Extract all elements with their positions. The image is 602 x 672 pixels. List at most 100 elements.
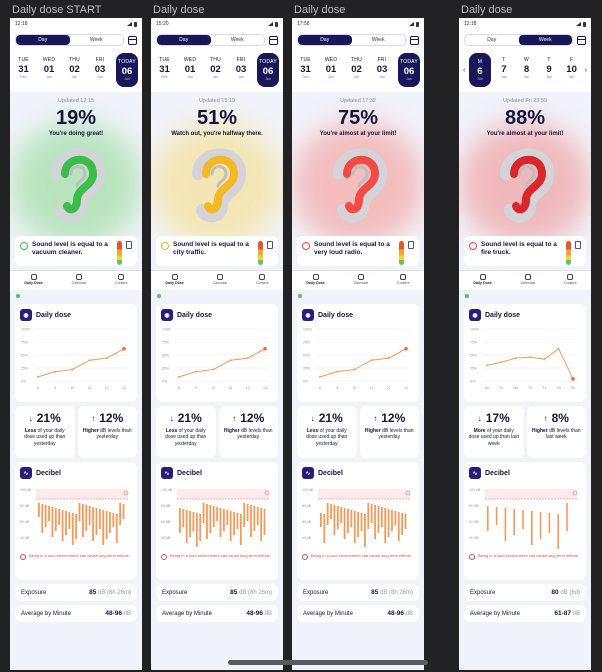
daily-dose-card[interactable]: ◉ Daily dose 100% 75% 50% 25% 0% 8 9 10 11 12 13 bbox=[15, 304, 137, 402]
nav-calendar[interactable]: Calendar bbox=[354, 274, 368, 290]
date-item[interactable]: TODAY 06 Jan bbox=[257, 53, 279, 87]
stat-card-2[interactable]: ↑ 12% Higher dB levels than yesterday bbox=[218, 406, 278, 458]
calendar-icon[interactable] bbox=[577, 35, 586, 45]
nav-daily-dose[interactable]: Daily Dose bbox=[24, 274, 43, 290]
stat-card-2[interactable]: ↑ 8% Higher dB levels than last week bbox=[526, 406, 586, 458]
average-value-group: 48-96 dB bbox=[246, 610, 272, 617]
day-week-toggle[interactable]: Day Week bbox=[15, 34, 124, 46]
date-item[interactable]: FRI 03 Jan bbox=[91, 53, 110, 83]
day-week-toggle[interactable]: Day Week bbox=[464, 34, 573, 46]
date-month: Jan bbox=[353, 75, 360, 79]
stat-card-2[interactable]: ↑ 12% Higher dB levels than yesterday bbox=[77, 406, 137, 458]
stat-label-emphasis: Less bbox=[24, 428, 37, 434]
average-row[interactable]: Average by Minute 48-96 dB bbox=[297, 605, 419, 622]
bottom-navigation: Daily Dose Calendar Content bbox=[459, 270, 591, 290]
decibel-bar bbox=[513, 509, 515, 535]
tab-day[interactable]: Day bbox=[16, 35, 70, 45]
date-item[interactable]: F 10 Jan bbox=[562, 53, 581, 83]
date-item[interactable]: THU 02 Jan bbox=[206, 53, 225, 83]
stat-card-1[interactable]: ↓ 21% Less of your daily dose used up than… bbox=[156, 406, 216, 458]
decibel-bar bbox=[353, 511, 356, 543]
ear-badge-icon: ◉ bbox=[469, 309, 481, 321]
date-item[interactable]: TUE 31 Dec bbox=[155, 53, 174, 83]
decibel-card[interactable]: ∿ Decibel 100 dB 80 dB 60 dB 40 dB Being in a … bbox=[464, 462, 586, 580]
sound-level-card[interactable]: Sound level is equal to a fire truck. bbox=[464, 236, 586, 266]
stat-value-row: ↑ 8% bbox=[531, 411, 583, 425]
tab-week[interactable]: Week bbox=[352, 35, 406, 45]
nav-daily-dose[interactable]: Daily Dose bbox=[473, 274, 492, 290]
calendar-icon[interactable] bbox=[410, 35, 419, 45]
date-item[interactable]: W 8 Jan bbox=[517, 53, 536, 83]
decibel-title: Decibel bbox=[177, 469, 202, 477]
decibel-card[interactable]: ∿ Decibel 100 dB 80 dB 60 dB 40 dB Being in a … bbox=[297, 462, 419, 580]
sound-level-card[interactable]: Sound level is equal to a city traffic. bbox=[156, 236, 278, 266]
date-item[interactable]: T 7 Jan bbox=[494, 53, 513, 83]
nav-daily-dose[interactable]: Daily Dose bbox=[306, 274, 325, 290]
tab-week[interactable]: Week bbox=[211, 35, 265, 45]
daily-dose-title: Daily dose bbox=[318, 311, 354, 319]
nav-content[interactable]: Content bbox=[256, 274, 269, 290]
y-tick-label: 80 dB bbox=[302, 504, 312, 508]
date-item[interactable]: TUE 31 Dec bbox=[296, 53, 315, 83]
date-item[interactable]: FRI 03 Jan bbox=[373, 53, 392, 83]
daily-dose-card[interactable]: ◉ Daily dose 100% 75% 50% 25% 0% 8 9 10 11 12 13 bbox=[156, 304, 278, 402]
day-week-toggle[interactable]: Day Week bbox=[156, 34, 265, 46]
nav-calendar[interactable]: Calendar bbox=[521, 274, 535, 290]
stat-card-1[interactable]: ↓ 21% Less of your daily dose used up than… bbox=[15, 406, 75, 458]
tab-day[interactable]: Day bbox=[465, 35, 519, 45]
nav-content[interactable]: Content bbox=[564, 274, 577, 290]
nav-calendar[interactable]: Calendar bbox=[72, 274, 86, 290]
tab-day[interactable]: Day bbox=[298, 35, 352, 45]
average-row[interactable]: Average by Minute 61-87 dB bbox=[464, 605, 586, 622]
stat-card-2[interactable]: ↑ 12% Higher dB levels than yesterday bbox=[359, 406, 419, 458]
daily-dose-card[interactable]: ◉ Daily dose 100% 75% 50% 25% 0% Mo Tu We Th Fr Sa Su bbox=[464, 304, 586, 402]
nav-content[interactable]: Content bbox=[397, 274, 410, 290]
nav-content[interactable]: Content bbox=[115, 274, 128, 290]
decibel-card[interactable]: ∿ Decibel 100 dB 80 dB 60 dB 40 dB Being in a … bbox=[15, 462, 137, 580]
exposure-row[interactable]: Exposure 85 dB (8h 26m) bbox=[15, 584, 137, 601]
date-item[interactable]: M 6 Jan bbox=[468, 53, 491, 87]
sound-level-card[interactable]: Sound level is equal to a vacuum cleaner… bbox=[15, 236, 137, 266]
tab-week[interactable]: Week bbox=[518, 35, 572, 45]
stat-label-emphasis: Higher bbox=[531, 428, 548, 434]
date-item[interactable]: WED 01 Jan bbox=[322, 53, 341, 83]
view-toggle-bar: Day Week bbox=[151, 30, 283, 50]
exposure-row[interactable]: Exposure 85 dB (8h 26m) bbox=[156, 584, 278, 601]
date-item[interactable]: THU 02 Jan bbox=[65, 53, 84, 83]
chevron-right-icon[interactable]: › bbox=[585, 67, 587, 74]
day-week-toggle[interactable]: Day Week bbox=[297, 34, 406, 46]
date-number: 06 bbox=[403, 66, 415, 77]
date-item[interactable]: THU 02 Jan bbox=[347, 53, 366, 83]
date-item[interactable]: T 9 Jan bbox=[540, 53, 559, 83]
date-item[interactable]: FRI 03 Jan bbox=[232, 53, 251, 83]
date-item[interactable]: TUE 31 Dec bbox=[14, 53, 33, 83]
daily-dose-card[interactable]: ◉ Daily dose 100% 75% 50% 25% 0% 8 9 10 11 12 13 bbox=[297, 304, 419, 402]
calendar-icon[interactable] bbox=[128, 35, 137, 45]
date-item[interactable]: WED 01 Jan bbox=[181, 53, 200, 83]
sound-level-card[interactable]: Sound level is equal to a very loud radi… bbox=[297, 236, 419, 266]
exposure-row[interactable]: Exposure 85 dB (8h 26m) bbox=[297, 584, 419, 601]
decibel-card[interactable]: ∿ Decibel 100 dB 80 dB 60 dB 40 dB Being in a … bbox=[156, 462, 278, 580]
calendar-icon[interactable] bbox=[269, 35, 278, 45]
average-row[interactable]: Average by Minute 48-96 dB bbox=[156, 605, 278, 622]
comparison-stats: ↓ 21% Less of your daily dose used up than… bbox=[15, 406, 137, 458]
decibel-bar bbox=[115, 514, 118, 543]
chevron-left-icon[interactable]: ‹ bbox=[463, 67, 465, 74]
y-tick-label: 60 dB bbox=[20, 520, 30, 524]
exposure-row[interactable]: Exposure 80 dB (6d) bbox=[464, 584, 586, 601]
danger-zone bbox=[177, 489, 269, 499]
tab-day[interactable]: Day bbox=[157, 35, 211, 45]
stat-card-1[interactable]: ↓ 17% More of your daily dose used up than… bbox=[464, 406, 524, 458]
tab-week[interactable]: Week bbox=[70, 35, 124, 45]
stat-label-text: dB levels than yesterday bbox=[378, 428, 414, 441]
date-item[interactable]: WED 01 Jan bbox=[40, 53, 59, 83]
nav-calendar[interactable]: Calendar bbox=[213, 274, 227, 290]
stat-card-1[interactable]: ↓ 21% Less of your daily dose used up than… bbox=[297, 406, 357, 458]
date-item[interactable]: TODAY 06 Jan bbox=[116, 53, 138, 87]
horizontal-scrollbar[interactable] bbox=[228, 660, 428, 665]
decibel-bar bbox=[394, 511, 397, 525]
decibel-bar bbox=[404, 514, 407, 529]
date-item[interactable]: TODAY 06 Jan bbox=[398, 53, 420, 87]
average-row[interactable]: Average by Minute 48-96 dB bbox=[15, 605, 137, 622]
nav-daily-dose[interactable]: Daily Dose bbox=[165, 274, 184, 290]
